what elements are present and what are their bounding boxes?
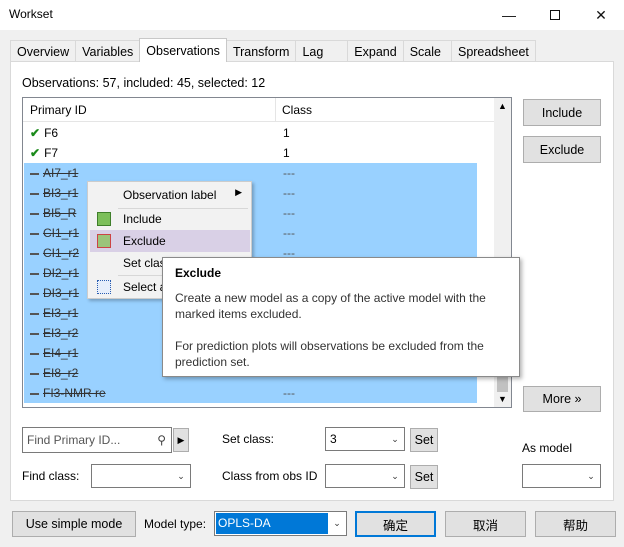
set-class-button[interactable]: Set xyxy=(410,428,438,452)
more-button[interactable]: More » xyxy=(523,386,601,412)
check-icon: ✔ xyxy=(30,126,41,140)
menu-item-include[interactable]: Include xyxy=(90,208,250,230)
excluded-icon xyxy=(30,292,39,295)
column-class[interactable]: Class xyxy=(282,103,312,117)
close-icon: ✕ xyxy=(595,6,607,23)
tab-overview[interactable]: Overview xyxy=(10,40,77,62)
as-model-combo[interactable]: ⌄ xyxy=(522,464,601,488)
include-icon xyxy=(97,212,111,226)
exclude-tooltip: Exclude Create a new model as a copy of … xyxy=(162,257,520,377)
menu-item-exclude[interactable]: Exclude xyxy=(90,230,250,252)
tooltip-text: For prediction plots will observations b… xyxy=(175,339,484,369)
find-class-label: Find class: xyxy=(22,469,80,483)
table-row[interactable]: ✔ F7 1 xyxy=(24,143,477,163)
tab-spreadsheet[interactable]: Spreadsheet xyxy=(450,40,536,62)
as-model-label: As model xyxy=(522,441,573,455)
table-row[interactable]: FI3-NMR re --- xyxy=(24,383,477,403)
tab-observations[interactable]: Observations xyxy=(139,38,227,62)
ok-button[interactable]: 确定 xyxy=(355,511,436,537)
tab-scale[interactable]: Scale xyxy=(402,40,452,62)
list-header: Primary ID Class xyxy=(23,98,495,122)
observation-summary: Observations: 57, included: 45, selected… xyxy=(22,76,266,90)
class-from-obs-combo[interactable]: ⌄ xyxy=(325,464,405,488)
excluded-icon xyxy=(30,332,39,335)
exclude-icon xyxy=(97,234,111,248)
chevron-down-icon: ⌄ xyxy=(391,470,399,481)
cancel-button[interactable]: 取消 xyxy=(445,511,526,537)
use-simple-mode-button[interactable]: Use simple mode xyxy=(12,511,136,537)
scroll-up-icon[interactable]: ▲ xyxy=(498,101,507,111)
tooltip-text: Create a new model as a copy of the acti… xyxy=(175,291,486,321)
excluded-icon xyxy=(30,192,39,195)
excluded-icon xyxy=(30,212,39,215)
help-button[interactable]: 帮助 xyxy=(535,511,616,537)
tooltip-title: Exclude xyxy=(175,266,222,280)
chevron-down-icon: ⌄ xyxy=(587,470,595,481)
tab-strip: Overview Variables Observations Transfor… xyxy=(10,38,536,62)
model-type-combo[interactable]: OPLS-DA ⌄ xyxy=(214,511,347,536)
minimize-button[interactable]: — xyxy=(486,0,532,30)
find-primary-id-field[interactable]: Find Primary ID... ⚲ xyxy=(22,427,172,453)
model-type-label: Model type: xyxy=(144,517,207,531)
tab-variables[interactable]: Variables xyxy=(75,40,141,62)
chevron-down-icon: ⌄ xyxy=(333,518,341,528)
set-class-combo[interactable]: 3 ⌄ xyxy=(325,427,405,451)
play-icon: ▶ xyxy=(177,434,185,445)
chevron-right-icon: ▶ xyxy=(235,187,242,197)
excluded-icon xyxy=(30,392,39,395)
excluded-icon xyxy=(30,252,39,255)
find-class-combo[interactable]: ⌄ xyxy=(91,464,191,488)
excluded-icon xyxy=(30,372,39,375)
chevron-down-icon: ⌄ xyxy=(177,470,185,481)
table-row[interactable]: ✔ F6 1 xyxy=(24,123,477,143)
maximize-icon xyxy=(550,10,560,20)
set-class-label: Set class: xyxy=(222,432,275,446)
exclude-button[interactable]: Exclude xyxy=(523,136,601,163)
scroll-down-icon[interactable]: ▼ xyxy=(498,394,507,404)
excluded-icon xyxy=(30,232,39,235)
search-icon[interactable]: ⚲ xyxy=(157,433,166,447)
close-button[interactable]: ✕ xyxy=(578,0,624,30)
menu-item-observation-label[interactable]: Observation label ▶ xyxy=(90,184,250,206)
excluded-icon xyxy=(30,272,39,275)
tab-lag[interactable]: Lag xyxy=(295,40,349,62)
tab-transform[interactable]: Transform xyxy=(225,40,297,62)
chevron-down-icon: ⌄ xyxy=(391,433,399,444)
check-icon: ✔ xyxy=(30,146,41,160)
select-all-icon xyxy=(97,280,111,294)
minimize-icon: — xyxy=(502,7,516,23)
excluded-icon xyxy=(30,312,39,315)
window-title: Workset xyxy=(9,7,53,21)
excluded-icon xyxy=(30,352,39,355)
table-row[interactable]: AI7_r1 --- xyxy=(24,163,477,183)
find-next-button[interactable]: ▶ xyxy=(173,428,189,452)
include-button[interactable]: Include xyxy=(523,99,601,126)
class-from-obs-set-button[interactable]: Set xyxy=(410,465,438,489)
class-from-obs-label: Class from obs ID xyxy=(222,469,318,483)
maximize-button[interactable] xyxy=(532,0,578,30)
tab-expand[interactable]: Expand xyxy=(347,40,404,62)
excluded-icon xyxy=(30,172,39,175)
column-primary-id[interactable]: Primary ID xyxy=(30,103,87,117)
